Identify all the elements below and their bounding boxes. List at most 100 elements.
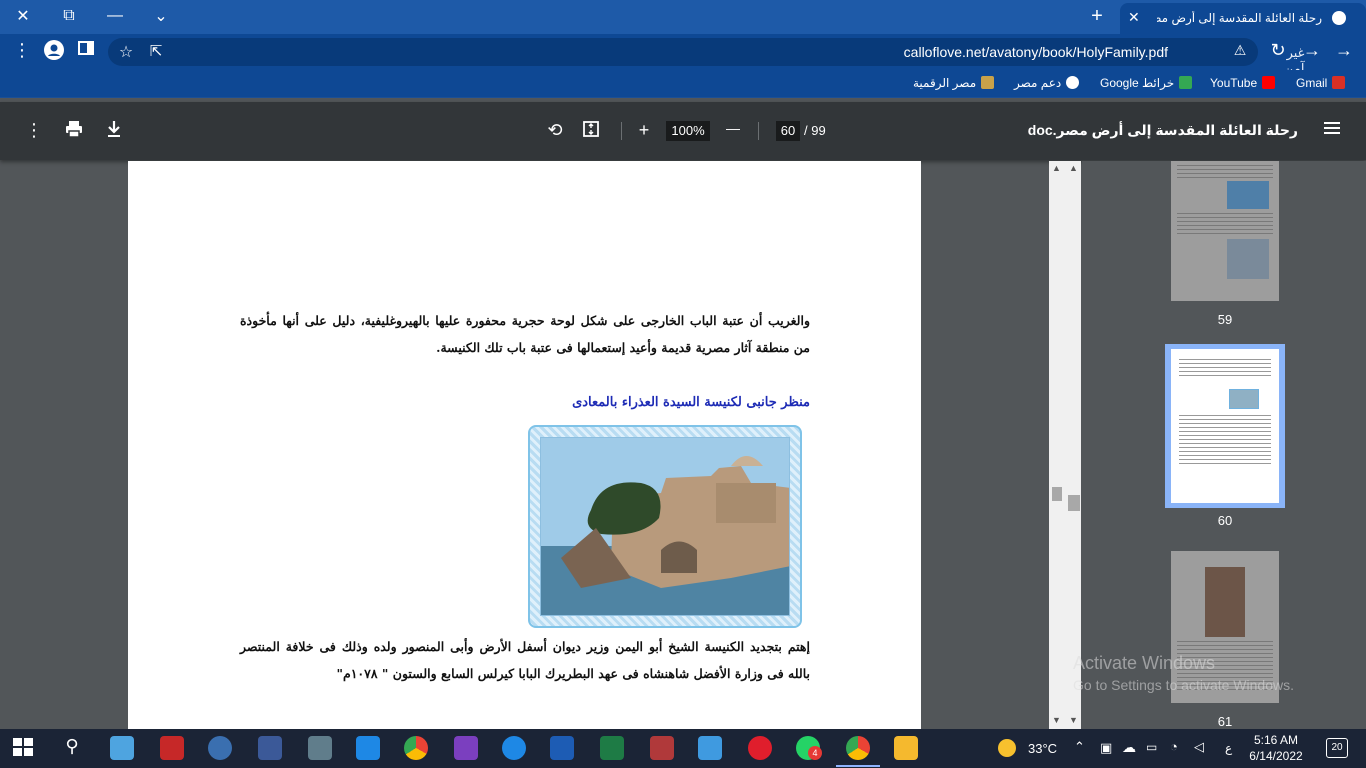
wifi-icon[interactable]: ◔ <box>1170 739 1178 754</box>
zoom-in-button[interactable]: + <box>632 120 656 141</box>
page-number-input[interactable]: 60 <box>776 121 800 141</box>
bookmark-google-maps[interactable]: خرائط Google <box>1100 76 1193 90</box>
toolbar-divider <box>758 122 759 140</box>
paragraph: والغريب أن عتبة الباب الخارجى على شكل لو… <box>240 313 810 355</box>
image-caption: منظر جانبى لكنيسة السيدة العذراء بالمعاد… <box>572 395 810 410</box>
church-photo-frame <box>528 425 802 628</box>
page-total: / 99 <box>804 123 826 138</box>
weather-sun-icon[interactable] <box>998 739 1016 757</box>
reload-icon[interactable]: ↻ <box>1266 40 1290 61</box>
youtube-icon <box>1262 76 1276 89</box>
visual-studio-icon[interactable] <box>454 736 478 760</box>
bookmark-support-egypt[interactable]: دعم مصر <box>1014 76 1080 90</box>
close-window-button[interactable]: ✕ <box>0 0 46 32</box>
pdf-title: رحلة العائلة المقدسة إلى أرض مصر.doc <box>1027 122 1298 138</box>
more-options-icon[interactable]: ⋮ <box>22 120 46 141</box>
pdf-toolbar: ⋮ ⟲ + 100% — 60 / 99 رحلة العائلة المقدس… <box>0 102 1366 160</box>
back-icon[interactable]: → <box>1332 40 1356 61</box>
taskbar: ⚲ 4 33°C ⌃ ▣ ☁ ▭ ◔ ◁ ع 5:16 AM 6/14/2022… <box>0 729 1366 768</box>
globe-icon <box>1332 11 1346 25</box>
calendar-icon[interactable] <box>356 736 380 760</box>
excel-icon[interactable] <box>600 736 624 760</box>
fit-page-icon[interactable] <box>579 120 603 143</box>
clock-time: 5:16 AM <box>1253 733 1299 747</box>
clock-date: 6/14/2022 <box>1249 749 1303 763</box>
globe-icon <box>1066 76 1080 89</box>
zoom-level-field[interactable]: 100% <box>666 121 710 141</box>
close-tab-icon[interactable]: ✕ <box>1128 9 1140 26</box>
page-thumbnail-current[interactable] <box>1171 349 1279 503</box>
rotate-icon[interactable]: ⟲ <box>543 120 567 141</box>
battery-icon[interactable]: ▭ <box>1146 740 1157 754</box>
page-thumbnail[interactable] <box>1171 161 1279 301</box>
active-app-indicator <box>836 765 880 767</box>
vertical-scrollbar[interactable]: ▲ ▼ ▲ ▼ <box>1049 161 1081 729</box>
notifications-icon[interactable]: 20 <box>1326 738 1348 758</box>
new-tab-button[interactable]: + <box>1086 5 1108 27</box>
minimize-window-button[interactable]: — <box>92 0 138 32</box>
print-icon[interactable] <box>62 120 86 143</box>
download-icon[interactable] <box>102 120 126 143</box>
warning-icon[interactable]: ⚠ <box>1228 42 1252 59</box>
cloud-icon[interactable]: ☁ <box>1122 739 1136 756</box>
calculator-app-icon[interactable] <box>110 736 134 760</box>
thumbnail-page-number: 59 <box>1217 312 1233 327</box>
church-photo <box>540 437 790 616</box>
opera-icon[interactable] <box>748 736 772 760</box>
forward-icon[interactable]: → <box>1300 40 1324 61</box>
start-windows-icon[interactable] <box>12 736 36 760</box>
zoom-out-button[interactable]: — <box>721 120 745 136</box>
profile-avatar-icon[interactable] <box>42 40 66 65</box>
settings-sync-icon[interactable] <box>698 736 722 760</box>
thumbnail-page-number: 60 <box>1217 513 1233 528</box>
magnifier-icon[interactable] <box>208 736 232 760</box>
tab-search-button[interactable]: ⌄ <box>138 0 184 32</box>
activate-windows-title: Activate Windows <box>1073 653 1216 673</box>
tab-strip: ✕ ⧉ — ⌄ + ✕ رحلة العائلة المقدسة إلى أرض… <box>0 0 1366 34</box>
bookmark-gmail[interactable]: Gmail <box>1296 76 1346 90</box>
camera-icon[interactable]: ▣ <box>1100 740 1112 756</box>
input-language[interactable]: ع <box>1225 741 1232 755</box>
omnibox[interactable]: ☆ ⇱ calloflove.net/avatony/book/HolyFami… <box>108 38 1304 76</box>
sidebar-toggle-icon[interactable] <box>74 40 98 61</box>
thumbnail-sidebar: 59 60 61 <box>1082 161 1366 729</box>
sidebar-scroll-up-icon[interactable]: ▲ <box>1069 163 1078 173</box>
scroll-up-arrow-icon[interactable]: ▲ <box>1052 163 1061 173</box>
browser-tab[interactable]: ✕ رحلة العائلة المقدسة إلى أرض مصر <box>1120 3 1366 34</box>
autocad-icon[interactable] <box>160 736 184 760</box>
temperature[interactable]: 33°C <box>1028 741 1057 756</box>
maps-icon <box>1179 76 1193 89</box>
system-clock[interactable]: 5:16 AM 6/14/2022 <box>1248 732 1304 764</box>
browser-menu-icon[interactable]: ⋮ <box>10 40 34 61</box>
chrome-active-icon[interactable] <box>846 736 870 760</box>
bookmarks-bar: Gmail YouTube خرائط Google دعم مصر مصر ا… <box>0 70 1366 98</box>
chrome-icon[interactable] <box>404 736 428 760</box>
paragraph: إهتم بتجديد الكنيسة الشيخ أبو اليمن وزير… <box>240 639 810 681</box>
calculator-icon[interactable] <box>308 736 332 760</box>
file-explorer-icon[interactable] <box>894 736 918 760</box>
facebook-icon[interactable] <box>258 736 282 760</box>
address-row: ⋮ ☆ ⇱ calloflove.net/avatony/book/HolyFa… <box>0 34 1366 76</box>
bookmark-digital-egypt[interactable]: مصر الرقمية <box>913 76 995 90</box>
whatsapp-icon[interactable]: 4 <box>796 736 822 760</box>
search-icon[interactable]: ⚲ <box>60 736 84 760</box>
chevron-up-icon[interactable]: ⌃ <box>1074 739 1085 755</box>
pdf-page: والغريب أن عتبة الباب الخارجى على شكل لو… <box>128 161 921 729</box>
tab-title: رحلة العائلة المقدسة إلى أرض مصر <box>1157 11 1322 25</box>
restore-window-button[interactable]: ⧉ <box>46 0 92 32</box>
whatsapp-badge: 4 <box>808 746 822 760</box>
gmail-icon <box>1332 76 1346 89</box>
digital-egypt-icon <box>981 76 995 89</box>
url-text[interactable]: calloflove.net/avatony/book/HolyFamily.p… <box>108 44 1168 60</box>
edge-icon[interactable] <box>502 736 526 760</box>
access-icon[interactable] <box>650 736 674 760</box>
word-icon[interactable] <box>550 736 574 760</box>
activate-windows-subtitle: Go to Settings to activate Windows. <box>1073 677 1294 693</box>
scroll-down-arrow-icon[interactable]: ▼ <box>1052 715 1061 725</box>
sidebar-scroll-down-icon[interactable]: ▼ <box>1069 715 1078 725</box>
volume-icon[interactable]: ◁ <box>1194 739 1204 755</box>
bookmark-youtube[interactable]: YouTube <box>1210 76 1276 90</box>
outline-menu-icon[interactable] <box>1320 120 1344 141</box>
sidebar-scroll-thumb[interactable] <box>1068 495 1080 511</box>
scroll-thumb[interactable] <box>1052 487 1062 501</box>
